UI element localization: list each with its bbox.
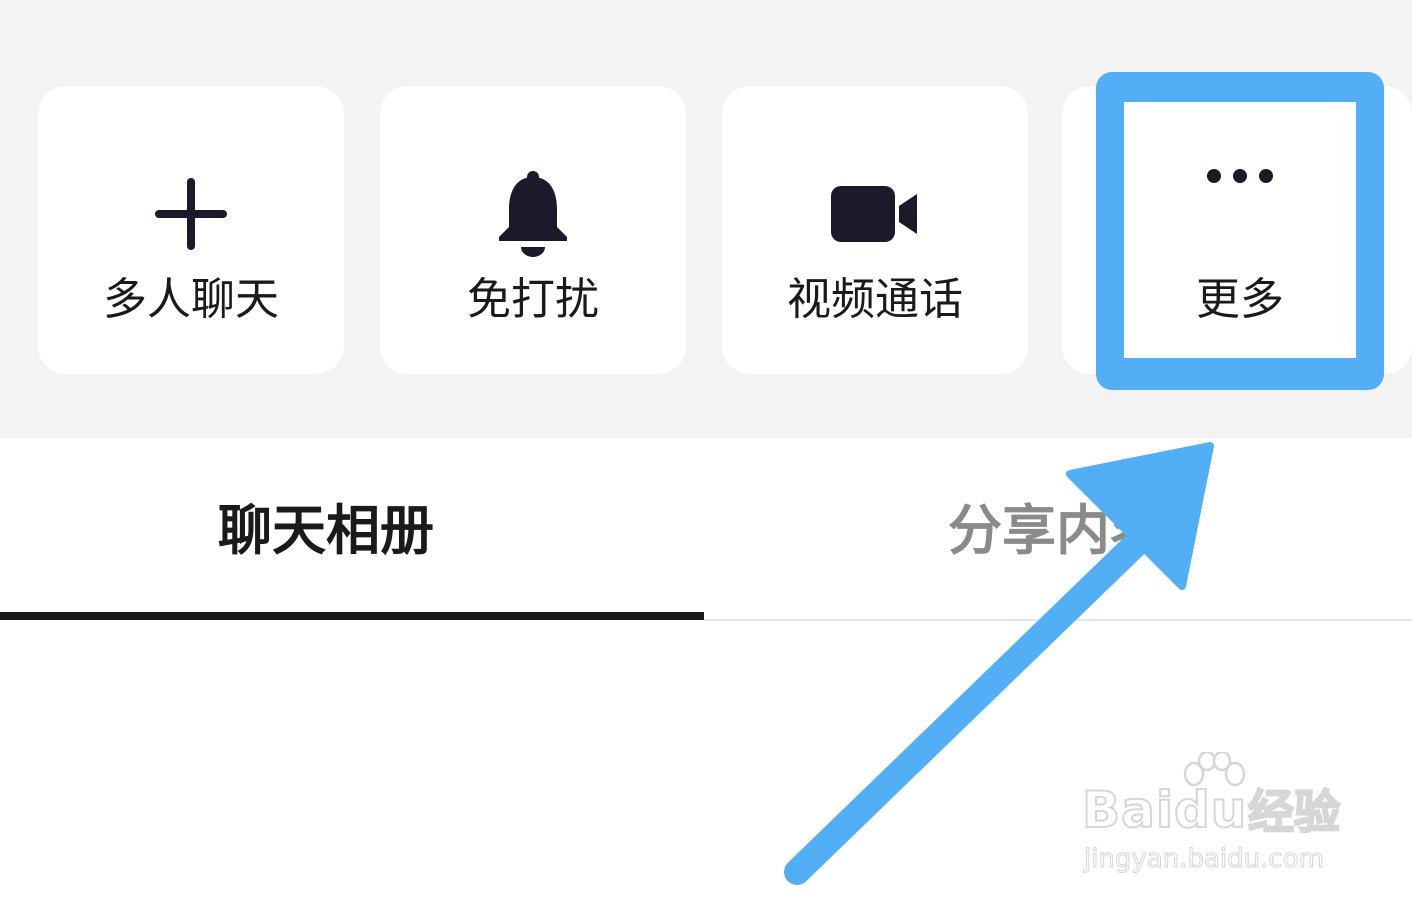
baidu-jingyan-watermark: Baidu 经验 jingyan.baidu.com xyxy=(1081,752,1382,882)
more-dots-icon xyxy=(1207,169,1273,183)
watermark-brand-cn: 经验 xyxy=(1247,784,1341,840)
plus-icon xyxy=(155,178,227,250)
do-not-disturb-label: 免打扰 xyxy=(467,274,599,325)
tab-shared-content[interactable]: 分享内容 xyxy=(948,498,1164,564)
video-camera-icon xyxy=(831,186,917,242)
watermark-brand-du: du xyxy=(1173,780,1248,840)
active-tab-indicator xyxy=(0,612,704,620)
highlight-box: 更多 xyxy=(1096,72,1384,390)
group-chat-label: 多人聊天 xyxy=(103,274,279,325)
more-button[interactable]: 更多 xyxy=(1124,102,1356,358)
more-label: 更多 xyxy=(1196,274,1284,325)
tab-bar: 聊天相册 分享内容 xyxy=(0,438,1412,622)
watermark-brand: Bai xyxy=(1081,780,1174,840)
do-not-disturb-button[interactable]: 免打扰 xyxy=(380,86,686,374)
quick-actions-panel: 多人聊天 免打扰 视频通话 更多 xyxy=(0,0,1412,438)
video-call-label: 视频通话 xyxy=(787,274,963,325)
bell-icon xyxy=(499,171,567,257)
tab-chat-album[interactable]: 聊天相册 xyxy=(218,498,434,564)
video-call-button[interactable]: 视频通话 xyxy=(722,86,1028,374)
tab-divider xyxy=(704,619,1412,621)
watermark-url: jingyan.baidu.com xyxy=(1084,844,1325,875)
group-chat-button[interactable]: 多人聊天 xyxy=(38,86,344,374)
screen: 多人聊天 免打扰 视频通话 更多 聊天相册 分享内容 Baidu 经验 jing… xyxy=(0,0,1412,906)
